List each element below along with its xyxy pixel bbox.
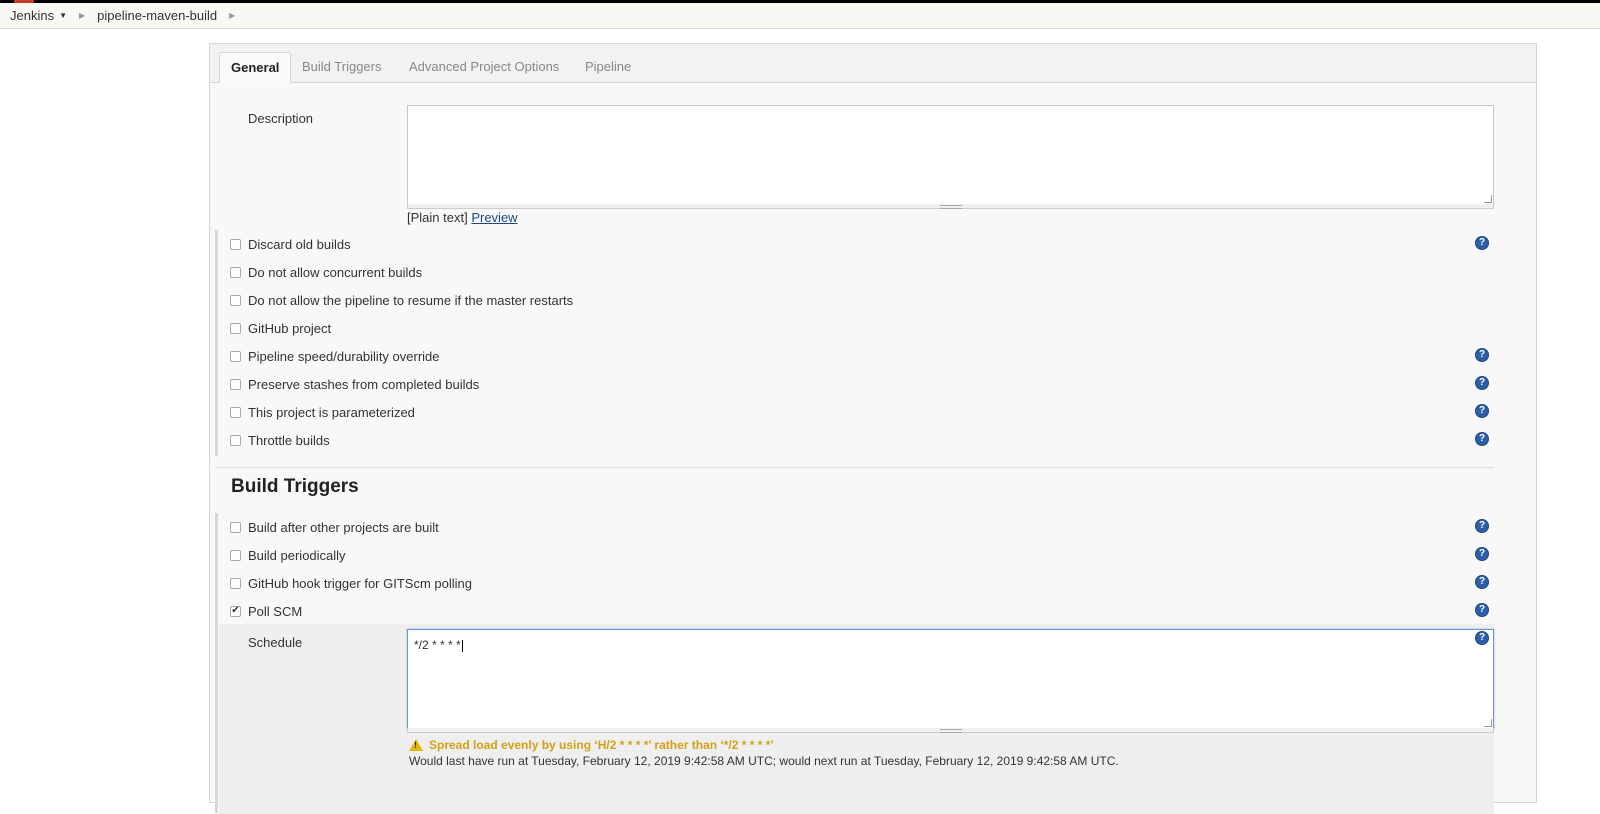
trigger-label: Poll SCM xyxy=(248,603,303,619)
text-cursor xyxy=(461,639,463,652)
trigger-label: Build after other projects are built xyxy=(248,519,439,535)
option-throttle-builds: Throttle builds xyxy=(230,430,330,450)
chevron-right-icon[interactable]: ▶ xyxy=(79,11,85,20)
breadcrumb-job[interactable]: pipeline-maven-build xyxy=(97,8,217,23)
help-icon[interactable]: ? xyxy=(1475,603,1489,617)
trigger-github-hook: GitHub hook trigger for GITScm polling xyxy=(230,573,472,593)
option-label: Pipeline speed/durability override xyxy=(248,348,440,364)
option-label: Discard old builds xyxy=(248,236,351,252)
option-label: Do not allow concurrent builds xyxy=(248,264,423,280)
breadcrumb-jenkins[interactable]: Jenkins xyxy=(10,8,54,23)
parameterized-checkbox[interactable] xyxy=(230,406,241,418)
option-no-resume: Do not allow the pipeline to resume if t… xyxy=(230,290,573,310)
poll-scm-checkbox[interactable]: ✔ xyxy=(230,605,241,617)
help-icon[interactable]: ? xyxy=(1475,519,1489,533)
general-options-bar xyxy=(215,230,218,456)
option-parameterized: This project is parameterized xyxy=(230,402,415,422)
chevron-down-icon[interactable]: ▼ xyxy=(59,11,67,20)
textarea-grip[interactable] xyxy=(407,204,1494,209)
section-divider xyxy=(215,467,1494,468)
build-periodically-checkbox[interactable] xyxy=(230,549,241,561)
help-icon[interactable]: ? xyxy=(1475,432,1489,446)
no-concurrent-builds-checkbox[interactable] xyxy=(230,266,241,278)
option-label: Throttle builds xyxy=(248,432,330,448)
description-format: [Plain text] Preview xyxy=(407,210,518,225)
format-label: [Plain text] xyxy=(407,210,468,225)
trigger-label: GitHub hook trigger for GITScm polling xyxy=(248,575,472,591)
github-project-checkbox[interactable] xyxy=(230,322,241,334)
option-label: Do not allow the pipeline to resume if t… xyxy=(248,292,574,308)
trigger-label: Build periodically xyxy=(248,547,346,563)
help-icon[interactable]: ? xyxy=(1475,404,1489,418)
help-icon[interactable]: ? xyxy=(1475,236,1489,250)
schedule-warning: Spread load evenly by using ‘H/2 * * * *… xyxy=(409,738,774,752)
option-discard-old-builds: Discard old builds xyxy=(230,234,351,254)
preview-link[interactable]: Preview xyxy=(471,210,517,225)
tab-advanced-project-options[interactable]: Advanced Project Options xyxy=(398,52,570,83)
option-no-concurrent-builds: Do not allow concurrent builds xyxy=(230,262,422,282)
discard-old-builds-checkbox[interactable] xyxy=(230,238,241,250)
schedule-label: Schedule xyxy=(248,635,303,650)
trigger-after-other-projects: Build after other projects are built xyxy=(230,517,439,537)
option-preserve-stashes: Preserve stashes from completed builds xyxy=(230,374,479,394)
github-hook-checkbox[interactable] xyxy=(230,577,241,589)
no-resume-checkbox[interactable] xyxy=(230,294,241,306)
chevron-right-icon[interactable]: ▶ xyxy=(229,11,235,20)
tab-general[interactable]: General xyxy=(219,52,292,83)
resize-handle[interactable] xyxy=(1484,719,1492,727)
help-icon[interactable]: ? xyxy=(1475,348,1489,362)
after-other-projects-checkbox[interactable] xyxy=(230,521,241,533)
option-label: Preserve stashes from completed builds xyxy=(248,376,480,392)
option-github-project: GitHub project xyxy=(230,318,331,338)
option-label: GitHub project xyxy=(248,320,332,336)
help-icon[interactable]: ? xyxy=(1475,575,1489,589)
warning-text: Spread load evenly by using ‘H/2 * * * *… xyxy=(429,738,774,752)
breadcrumb: Jenkins ▼ ▶ pipeline-maven-build ▶ xyxy=(0,3,1600,29)
description-label: Description xyxy=(248,111,314,126)
textarea-grip[interactable] xyxy=(407,728,1494,733)
description-textarea[interactable] xyxy=(407,105,1494,205)
schedule-value: */2 * * * * xyxy=(414,638,461,652)
help-icon[interactable]: ? xyxy=(1475,547,1489,561)
schedule-textarea[interactable]: */2 * * * * xyxy=(407,629,1494,729)
help-icon[interactable]: ? xyxy=(1475,631,1489,645)
option-label: This project is parameterized xyxy=(248,404,415,420)
trigger-build-periodically: Build periodically xyxy=(230,545,346,565)
tab-build-triggers[interactable]: Build Triggers xyxy=(291,52,392,83)
tab-bar: General Build Triggers Advanced Project … xyxy=(210,44,1536,83)
help-icon[interactable]: ? xyxy=(1475,376,1489,390)
build-triggers-heading: Build Triggers xyxy=(231,476,359,497)
schedule-info: Would last have run at Tuesday, February… xyxy=(409,754,1119,768)
resize-handle[interactable] xyxy=(1484,195,1492,203)
tab-pipeline[interactable]: Pipeline xyxy=(574,52,642,83)
durability-override-checkbox[interactable] xyxy=(230,350,241,362)
config-panel: General Build Triggers Advanced Project … xyxy=(209,43,1537,814)
throttle-builds-checkbox[interactable] xyxy=(230,434,241,446)
warning-icon xyxy=(409,739,423,751)
trigger-poll-scm: ✔ Poll SCM xyxy=(230,601,302,621)
option-durability-override: Pipeline speed/durability override xyxy=(230,346,440,366)
preserve-stashes-checkbox[interactable] xyxy=(230,378,241,390)
build-triggers-bar xyxy=(215,513,218,813)
